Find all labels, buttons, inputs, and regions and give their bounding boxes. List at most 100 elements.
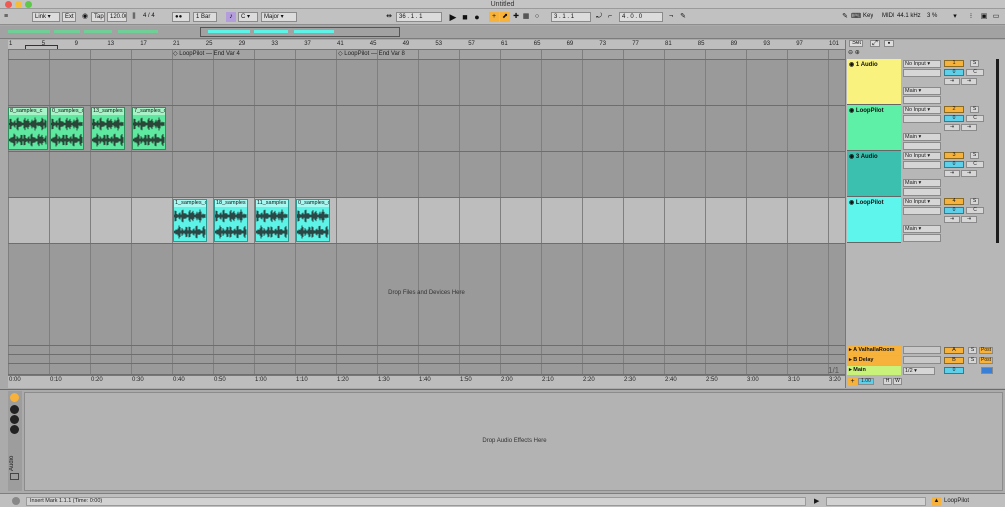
width-toggle-w[interactable]: W — [893, 378, 902, 385]
loop-start-beat[interactable]: 1 — [562, 14, 565, 20]
in-monitor-button[interactable]: ⇥ — [944, 216, 960, 223]
height-toggle-h[interactable]: H — [883, 378, 892, 385]
monitor-icon[interactable] — [10, 415, 19, 424]
pencil-icon[interactable]: ✎ — [840, 12, 850, 22]
record-arm-icon[interactable] — [10, 405, 19, 414]
auto-monitor-button[interactable]: ⇥ — [961, 78, 977, 85]
return-lane-b[interactable] — [8, 355, 845, 364]
ext-sync-button[interactable]: Ext — [62, 12, 76, 22]
track-name[interactable]: 1 Audio — [856, 62, 878, 68]
pan-field[interactable]: C — [966, 161, 984, 168]
loop-length-sixteenth[interactable]: 0 — [639, 14, 642, 20]
follow-icon[interactable]: ⇹ — [384, 12, 394, 22]
pan-field[interactable]: C — [966, 115, 984, 122]
input-type-dropdown[interactable]: No Input ▾ — [903, 106, 941, 114]
warning-icon[interactable]: ▲ — [932, 497, 941, 506]
track-name[interactable]: 3 Audio — [856, 154, 878, 160]
pan-field[interactable]: C — [966, 207, 984, 214]
in-monitor-button[interactable]: ⇥ — [944, 124, 960, 131]
scale-dropdown[interactable]: Major ▾ — [261, 12, 297, 22]
zoom-field[interactable]: 1.00 — [858, 378, 874, 385]
volume-field[interactable]: 0 — [944, 207, 964, 214]
output-channel-dropdown[interactable] — [903, 188, 941, 196]
pos-sixteenth[interactable]: 1 — [419, 14, 422, 20]
track-header-2[interactable]: ◉ LoopPilot — [847, 105, 901, 151]
solo-button[interactable]: S — [970, 106, 979, 113]
return-name[interactable]: B Delay — [853, 357, 873, 363]
track-activator[interactable]: 2 — [944, 106, 964, 113]
loop-start-bar[interactable]: 3 — [554, 14, 557, 20]
stop-button[interactable]: ■ — [460, 12, 470, 22]
track-lane-3[interactable] — [8, 152, 845, 198]
audio-clip[interactable]: 0_samples_c — [296, 199, 330, 242]
volume-field[interactable]: 0 — [944, 161, 964, 168]
punch-icon[interactable]: ○ — [532, 12, 542, 22]
session-record-button[interactable]: ▦ — [521, 12, 531, 22]
mixer-toggle-icon[interactable]: ▪ — [884, 40, 894, 47]
input-type-dropdown[interactable]: No Input ▾ — [903, 152, 941, 160]
input-channel-dropdown[interactable] — [903, 207, 941, 215]
input-type-dropdown[interactable]: No Input ▾ — [903, 60, 941, 68]
return-input[interactable] — [903, 356, 941, 364]
return-name[interactable]: A ValhallaRoom — [853, 347, 894, 353]
return-track-a[interactable]: ▸ A ValhallaRoom — [847, 346, 901, 355]
loop-brace[interactable] — [25, 45, 58, 49]
view-toggle-icon[interactable]: ▭ — [991, 12, 1001, 22]
track-lane-1[interactable] — [8, 60, 845, 106]
master-volume[interactable]: 0 — [944, 367, 964, 374]
auto-monitor-button[interactable]: ⇥ — [961, 216, 977, 223]
overview-visible-region[interactable] — [200, 27, 400, 37]
scroll-icons[interactable]: ⊖ ⊕ — [848, 49, 860, 56]
quantize-dropdown[interactable]: 1 Bar — [193, 12, 217, 22]
track-name[interactable]: LoopPilot — [856, 200, 884, 206]
solo-button[interactable]: S — [970, 152, 979, 159]
output-channel-dropdown[interactable] — [903, 96, 941, 104]
overview-toggle-icon[interactable]: ▣ — [979, 12, 989, 22]
output-dropdown[interactable]: Main ▾ — [903, 87, 941, 95]
input-channel-dropdown[interactable] — [903, 69, 941, 77]
automation-arm-button[interactable]: ⬈ — [500, 12, 510, 22]
output-channel-dropdown[interactable] — [903, 234, 941, 242]
master-cue[interactable] — [981, 367, 993, 374]
audio-clip[interactable]: 8_samples_c — [8, 107, 48, 150]
audio-clip[interactable]: 18_samples — [214, 199, 248, 242]
draw-mode-icon[interactable]: ✎ — [678, 12, 688, 22]
in-monitor-button[interactable]: ⇥ — [944, 78, 960, 85]
tap-tempo-icon[interactable]: ◉ — [80, 12, 90, 22]
tempo-field[interactable]: 120.00 — [107, 12, 127, 22]
cue-out-dropdown[interactable]: 1/2 ▾ — [903, 367, 935, 375]
track-activator[interactable]: 1 — [944, 60, 964, 67]
loop-start-field[interactable]: 3 . 1 . 1 — [551, 12, 591, 22]
audio-clip[interactable]: 7_samples_c — [132, 107, 166, 150]
auto-monitor-button[interactable]: ⇥ — [961, 170, 977, 177]
track-header-3[interactable]: ◉ 3 Audio — [847, 151, 901, 197]
volume-field[interactable]: 0 — [944, 115, 964, 122]
sig-denominator[interactable]: 4 — [151, 13, 154, 19]
add-icon[interactable]: + — [848, 378, 857, 386]
input-type-dropdown[interactable]: No Input ▾ — [903, 198, 941, 206]
locator-lane[interactable]: ◇ LoopPilot — End Var 4 ◇ LoopPilot — En… — [8, 50, 845, 60]
return-input[interactable] — [903, 346, 941, 354]
return-activator[interactable]: A — [944, 347, 964, 354]
return-lane-a[interactable] — [8, 346, 845, 355]
info-icon[interactable] — [12, 497, 20, 505]
loop-length-bar[interactable]: 4 — [622, 14, 625, 20]
track-name[interactable]: LoopPilot — [856, 108, 884, 114]
arrangement-view[interactable]: ◇ LoopPilot — End Var 4 ◇ LoopPilot — En… — [8, 50, 845, 388]
loop-switch-icon[interactable]: ⤾ — [594, 12, 604, 22]
return-post[interactable]: Post — [979, 357, 993, 364]
fold-all-icon[interactable]: ⤢ — [870, 40, 880, 47]
tempo-nudge-icon[interactable]: ⫼ — [129, 12, 139, 22]
song-position-field[interactable]: 36 . 1 . 1 — [396, 12, 442, 22]
cpu-menu-icon[interactable]: ▾ — [950, 12, 960, 22]
time-signature[interactable]: 4 / 4 — [141, 12, 171, 22]
computer-keyboard-icon[interactable]: ⌨ — [851, 12, 861, 22]
device-fold-icon[interactable] — [10, 473, 19, 480]
track-activator[interactable]: 4 — [944, 198, 964, 205]
overdub-button[interactable]: + — [489, 12, 499, 22]
punch-out-icon[interactable]: ¬ — [666, 12, 676, 22]
output-dropdown[interactable]: Main ▾ — [903, 225, 941, 233]
locator-end-var-8[interactable]: ◇ LoopPilot — End Var 8 — [338, 50, 405, 58]
play-button[interactable]: ▶ — [448, 12, 458, 22]
solo-button[interactable]: S — [970, 198, 979, 205]
